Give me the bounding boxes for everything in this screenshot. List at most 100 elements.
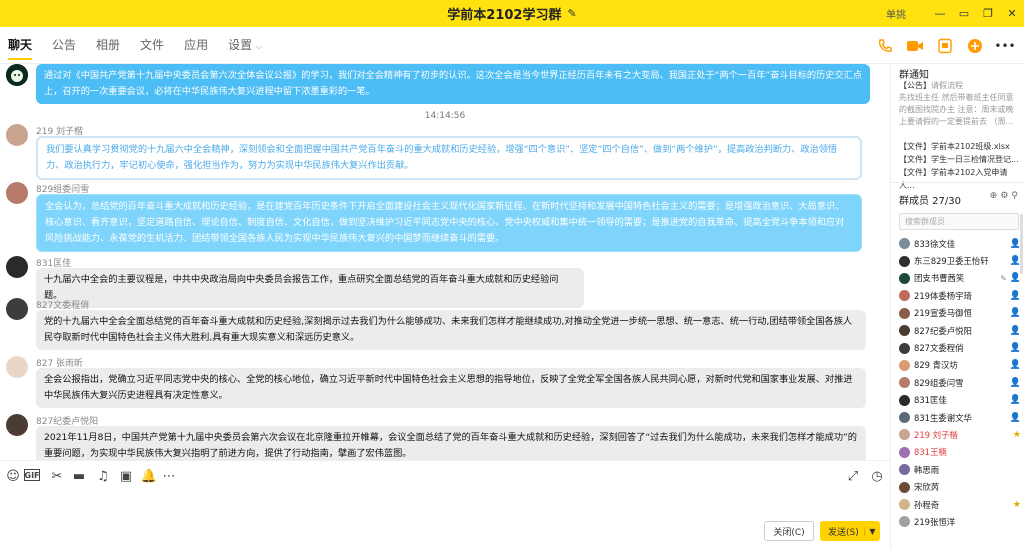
emoji-icon[interactable]: ☺ xyxy=(4,467,22,485)
member-name: 827纪委卢悦阳 xyxy=(914,325,972,336)
member-item[interactable]: 219张恒洋 xyxy=(899,513,1023,530)
avatar xyxy=(899,429,910,441)
window-title: 学前本2102学习群 xyxy=(447,8,562,23)
member-item[interactable]: 孙程奇 ★ xyxy=(899,496,1023,513)
member-name: 韩思雨 xyxy=(914,464,940,475)
chevron-down-icon[interactable]: ▼ xyxy=(864,526,880,536)
close-button[interactable]: 关闭(C) xyxy=(764,521,814,541)
maximize-icon[interactable]: ❐ xyxy=(976,0,1000,27)
user-icon: 👤 xyxy=(1009,273,1021,284)
message-bubble[interactable]: 2021年11月8日，中国共产党第十九届中央委员会第六次会议在北京隆重拉开帷幕，… xyxy=(36,426,866,460)
avatar[interactable] xyxy=(6,124,28,146)
avatar[interactable] xyxy=(6,64,28,86)
file-item[interactable]: 【文件】学前本2102入党申请人... xyxy=(899,166,1021,192)
phone-icon[interactable] xyxy=(874,35,896,57)
message-bubble[interactable]: 十九届六中全会的主要议程是，中共中央政治局向中央委员会报告工作，重点研究全面总结… xyxy=(36,268,584,308)
tab-files[interactable]: 文件 xyxy=(140,27,164,64)
member-item[interactable]: 827文委程俏 👤 xyxy=(899,339,1023,356)
search-icon[interactable]: ⚲ xyxy=(1011,191,1018,201)
history-icon[interactable]: ◷ xyxy=(868,467,886,485)
members-header: 群成员 27/30 xyxy=(899,196,961,207)
message-bubble[interactable]: 全会公报指出，党确立习近平同志党中央的核心、全党的核心地位，确立习近平新时代中国… xyxy=(36,368,866,408)
expand-icon[interactable]: ⤢ xyxy=(844,467,862,485)
scissors-icon[interactable]: ✂ xyxy=(48,467,66,485)
member-name: 孙程奇 xyxy=(914,499,940,510)
user-icon: 👤 xyxy=(1009,343,1021,354)
file-item[interactable]: 【文件】学生一日三检情况登记... xyxy=(899,153,1021,166)
member-item[interactable]: 219 刘子楷 ★ xyxy=(899,426,1023,443)
video-icon[interactable] xyxy=(904,35,926,57)
member-item[interactable]: 831王楠 xyxy=(899,444,1023,461)
group-sidebar: 群通知 【公告】请假流程 先找班主任 然后带着班主任同意的截图找院办主 注意：周… xyxy=(890,64,1024,549)
notice-header: 群通知 xyxy=(899,70,929,81)
file-name: 学生一日三检情况登记... xyxy=(931,155,1019,164)
member-item[interactable]: 宋欣芮 xyxy=(899,478,1023,495)
more-icon[interactable]: ••• xyxy=(994,35,1016,57)
member-name: 829组委闫雪 xyxy=(914,377,964,388)
member-item[interactable]: 829组委闫雪 👤 xyxy=(899,374,1023,391)
announcement-title: 请假流程 xyxy=(931,81,963,90)
edit-icon[interactable]: ✎ xyxy=(1000,274,1007,283)
member-item[interactable]: 831匡佳 👤 xyxy=(899,392,1023,409)
message-bubble[interactable]: 全会认为，总结党的百年奋斗重大成就和历史经验，是在建党百年历史条件下开启全面建设… xyxy=(36,194,862,252)
member-list-scrollbar[interactable] xyxy=(1020,214,1023,274)
member-name: 831生委谢文华 xyxy=(914,412,972,423)
current-user[interactable]: 单挑 xyxy=(886,6,906,21)
file-tag: 【文件】 xyxy=(899,168,931,177)
tab-chat[interactable]: 聊天 xyxy=(8,27,33,64)
more-icon[interactable]: ⋯ xyxy=(160,467,178,485)
avatar xyxy=(899,272,910,284)
tab-settings[interactable]: 设置 ⌵ xyxy=(228,27,262,64)
screen-share-icon[interactable] xyxy=(934,35,956,57)
announcement-tag: 【公告】 xyxy=(899,81,931,90)
close-icon[interactable]: ✕ xyxy=(1000,0,1024,27)
manage-members-icon[interactable]: ⚙ xyxy=(1000,191,1008,201)
avatar xyxy=(899,377,910,389)
avatar[interactable] xyxy=(6,298,28,320)
edit-title-icon[interactable]: ✎ xyxy=(567,7,576,20)
avatar[interactable] xyxy=(6,256,28,278)
message-timestamp: 14:14:56 xyxy=(424,111,466,121)
member-search-input[interactable]: 搜索群成员 xyxy=(899,213,1019,230)
member-item[interactable]: 833徐文佳 👤 xyxy=(899,235,1023,252)
gif-icon[interactable]: GIF xyxy=(24,469,40,481)
member-item[interactable]: 829 青汉坊 👤 xyxy=(899,357,1023,374)
member-item[interactable]: 团支书曹茜笑 ✎ 👤 xyxy=(899,270,1023,287)
avatar xyxy=(899,412,910,424)
avatar xyxy=(899,290,910,302)
member-item[interactable]: 827纪委卢悦阳 👤 xyxy=(899,322,1023,339)
user-icon: 👤 xyxy=(1009,290,1021,301)
add-member-icon[interactable]: ⊕ xyxy=(990,191,998,201)
file-name: 学前本2102班级.xlsx xyxy=(931,142,1010,151)
member-item[interactable]: 219宣委马御恒 👤 xyxy=(899,305,1023,322)
tab-apps[interactable]: 应用 xyxy=(184,27,208,64)
avatar[interactable] xyxy=(6,414,28,436)
user-icon: 👤 xyxy=(1009,308,1021,319)
tab-album[interactable]: 相册 xyxy=(96,27,120,64)
member-item[interactable]: 东三829卫委王怡轩 👤 xyxy=(899,252,1023,269)
user-icon: 👤 xyxy=(1009,395,1021,406)
tab-announcement[interactable]: 公告 xyxy=(52,27,76,64)
minimize-icon[interactable]: — xyxy=(928,0,952,27)
message-bubble[interactable]: 我们要认真学习贯彻党的十九届六中全会精神，深刻领会和全面把握中国共产党百年奋斗的… xyxy=(36,136,862,180)
member-item[interactable]: 韩思雨 xyxy=(899,461,1023,478)
add-icon[interactable] xyxy=(964,35,986,57)
message-input[interactable] xyxy=(4,489,884,517)
file-item[interactable]: 【文件】学前本2102班级.xlsx xyxy=(899,140,1021,153)
image-icon[interactable]: ▣ xyxy=(117,467,135,485)
folder-icon[interactable]: ▬ xyxy=(70,467,88,485)
member-item[interactable]: 219体委杨宇琦 👤 xyxy=(899,287,1023,304)
divider xyxy=(891,182,1024,183)
avatar[interactable] xyxy=(6,356,28,378)
skin-icon[interactable]: ▭ xyxy=(952,0,976,27)
member-item[interactable]: 831生委谢文华 👤 xyxy=(899,409,1023,426)
avatar xyxy=(899,499,910,511)
bell-icon[interactable]: 🔔 xyxy=(140,467,158,485)
announcement[interactable]: 【公告】请假流程 先找班主任 然后带着班主任同意的截图找院办主 注意：周末或晚上… xyxy=(899,80,1021,128)
message-bubble[interactable]: 党的十九届六中全会全面总结党的百年奋斗重大成就和历史经验,深刻揭示过去我们为什么… xyxy=(36,310,866,350)
message-bubble[interactable]: 通过对《中国共产党第十九届中央委员会第六次全体会议公报》的学习，我们对全会精神有… xyxy=(36,64,870,104)
send-button[interactable]: 发送(S) ▼ xyxy=(820,521,880,541)
avatar[interactable] xyxy=(6,182,28,204)
chat-area[interactable]: 通过对《中国共产党第十九届中央委员会第六次全体会议公报》的学习，我们对全会精神有… xyxy=(0,64,890,460)
music-icon[interactable]: ♫ xyxy=(94,467,112,485)
